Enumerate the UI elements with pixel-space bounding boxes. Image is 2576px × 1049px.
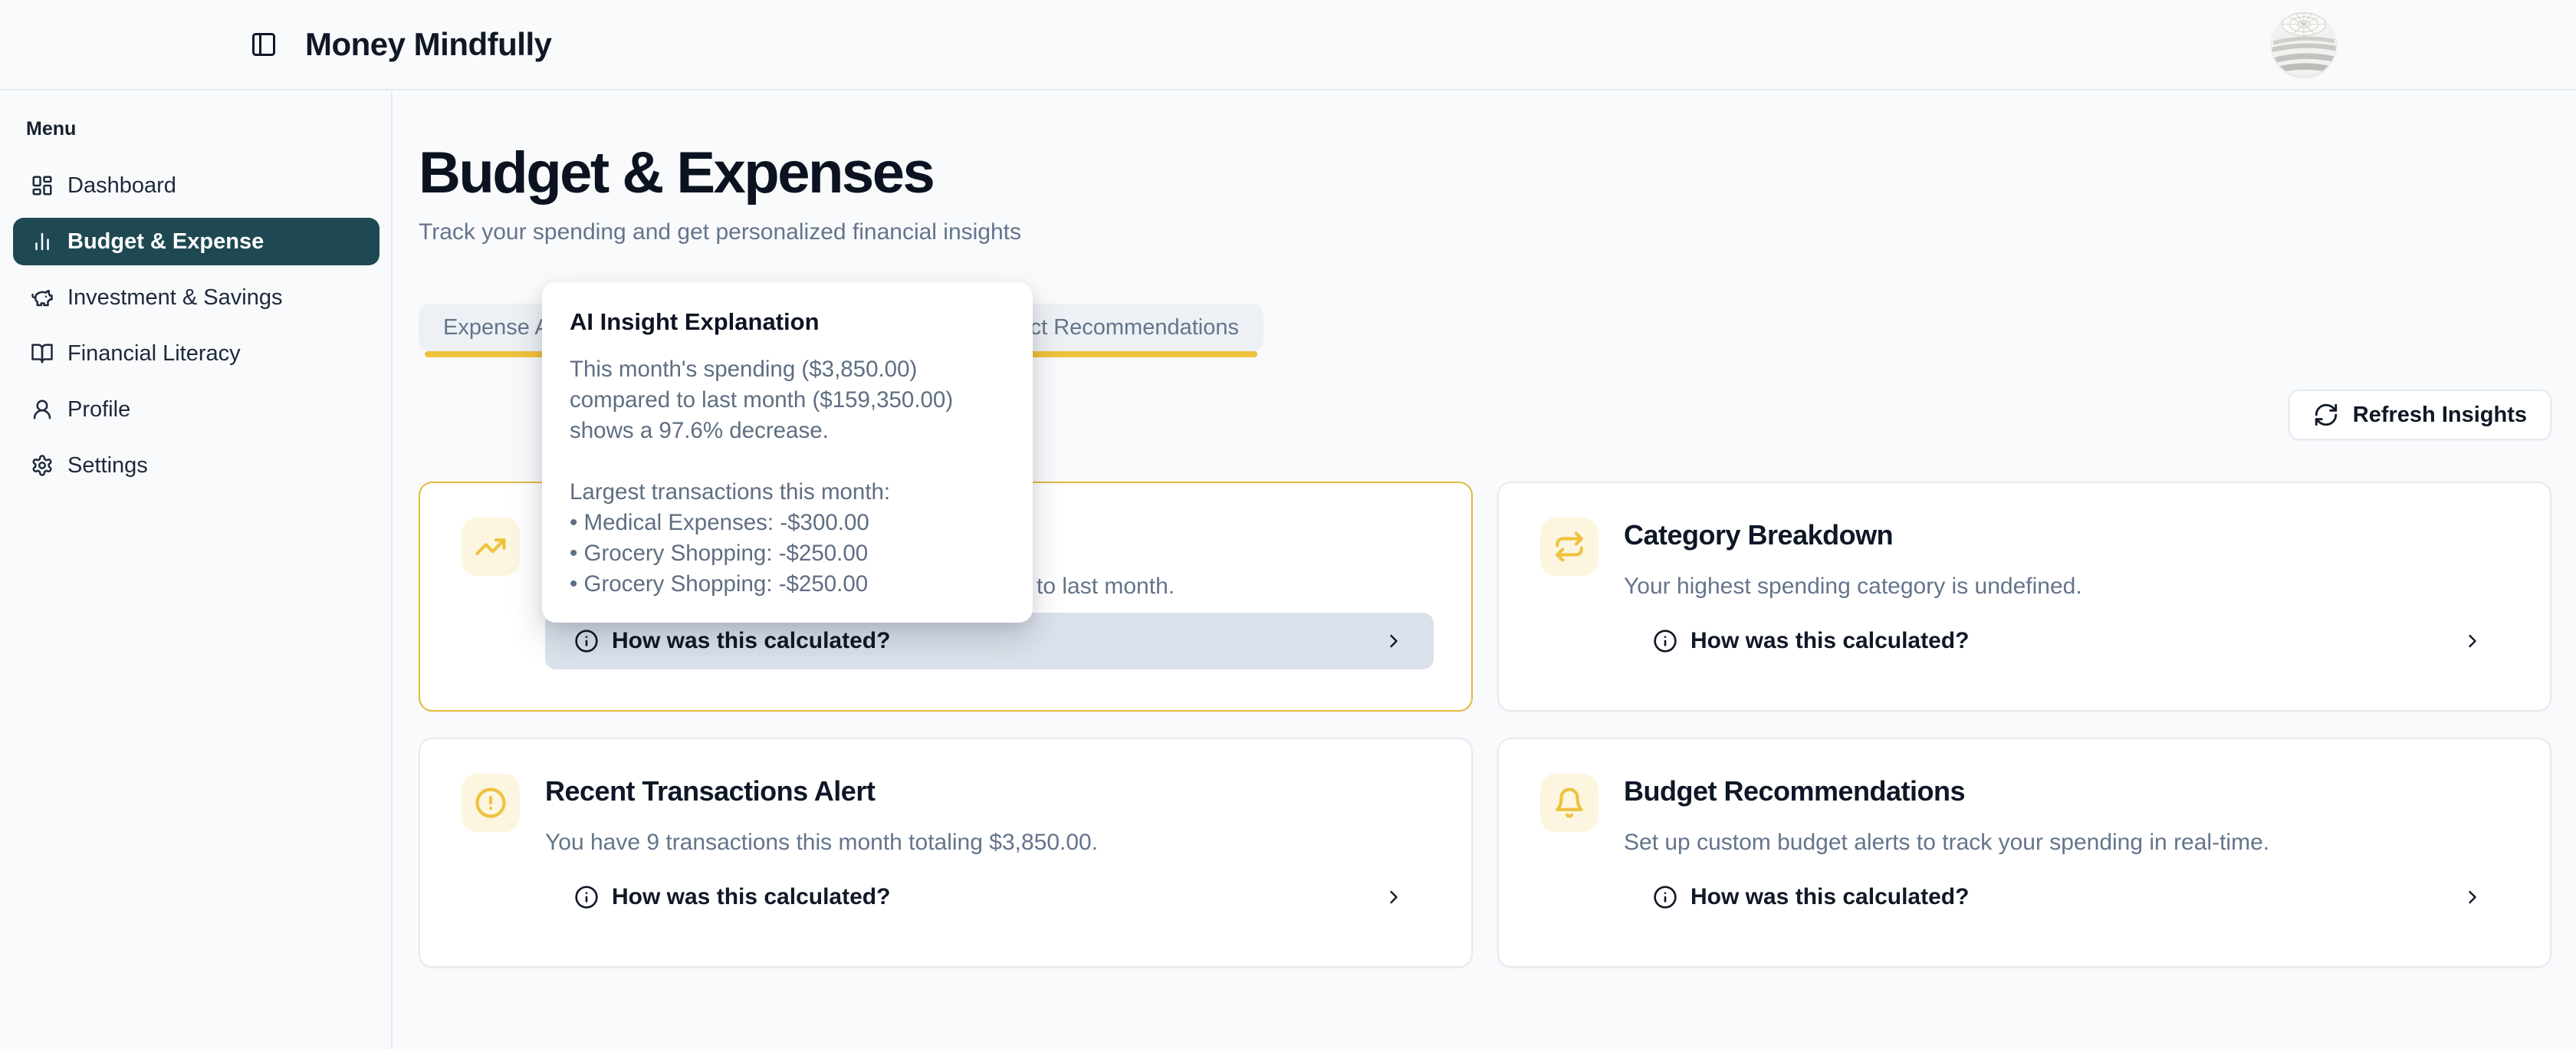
sidebar-item-investment-savings[interactable]: Investment & Savings	[13, 274, 380, 321]
dashboard-grid-icon	[31, 174, 54, 197]
bar-chart-icon	[31, 230, 54, 253]
info-icon	[574, 629, 599, 653]
ai-insight-tooltip: AI Insight Explanation This month's spen…	[542, 282, 1033, 623]
avatar-photo-spiral-building	[2272, 12, 2336, 77]
how-calculated-row[interactable]: How was this calculated?	[1624, 613, 2512, 669]
sidebar-item-budget-expense[interactable]: Budget & Expense	[13, 218, 380, 265]
info-icon	[574, 885, 599, 909]
sidebar-toggle-button[interactable]	[247, 28, 281, 61]
card-subtitle: Your highest spending category is undefi…	[1624, 573, 2512, 600]
how-calculated-label: How was this calculated?	[612, 628, 890, 654]
user-avatar[interactable]	[2272, 12, 2336, 77]
sidebar-item-profile[interactable]: Profile	[13, 386, 380, 433]
page-title: Budget & Expenses	[419, 141, 2551, 206]
sidebar-item-dashboard[interactable]: Dashboard	[13, 162, 380, 209]
bell-icon	[1540, 774, 1598, 832]
tooltip-paragraph: This month's spending ($3,850.00) compar…	[570, 354, 1005, 446]
info-icon	[1653, 629, 1677, 653]
top-bar: Money Mindfully	[0, 0, 2576, 90]
sidebar-item-label: Settings	[67, 453, 148, 478]
gear-icon	[31, 454, 54, 477]
chevron-right-icon	[1383, 886, 1405, 908]
chevron-right-icon	[2462, 886, 2483, 908]
sidebar-item-label: Profile	[67, 397, 130, 423]
card-subtitle: You have 9 transactions this month total…	[545, 829, 1434, 857]
alert-circle-icon	[462, 774, 520, 832]
piggy-bank-icon	[31, 286, 54, 309]
card-budget-recommendations: Budget Recommendations Set up custom bud…	[1497, 738, 2551, 968]
tooltip-paragraph: Largest transactions this month:	[570, 477, 1005, 508]
tooltip-bullet: • Grocery Shopping: -$250.00	[570, 569, 1005, 600]
info-icon	[1653, 885, 1677, 909]
sidebar-menu-label: Menu	[26, 118, 391, 140]
sidebar: Menu Dashboard Budget & Expense Investme…	[0, 92, 393, 1049]
sidebar-item-financial-literacy[interactable]: Financial Literacy	[13, 330, 380, 377]
sidebar-item-label: Dashboard	[67, 173, 176, 199]
card-title: Recent Transactions Alert	[545, 774, 1434, 809]
tooltip-bullet: • Grocery Shopping: -$250.00	[570, 538, 1005, 569]
trending-up-icon	[462, 518, 520, 576]
how-calculated-label: How was this calculated?	[1691, 884, 1969, 910]
repeat-icon	[1540, 518, 1598, 576]
card-title: Budget Recommendations	[1624, 774, 2512, 809]
page-subtitle: Track your spending and get personalized…	[419, 221, 2551, 244]
refresh-cw-icon	[2313, 402, 2339, 428]
user-icon	[31, 398, 54, 421]
sidebar-item-label: Budget & Expense	[67, 229, 264, 255]
how-calculated-row[interactable]: How was this calculated?	[1624, 869, 2512, 926]
card-subtitle: Set up custom budget alerts to track you…	[1624, 829, 2512, 857]
sidebar-nav: Dashboard Budget & Expense Investment & …	[0, 162, 391, 489]
sidebar-item-settings[interactable]: Settings	[13, 442, 380, 489]
card-title: Category Breakdown	[1624, 518, 2512, 553]
sidebar-item-label: Financial Literacy	[67, 341, 241, 367]
tooltip-bullet: • Medical Expenses: -$300.00	[570, 508, 1005, 538]
refresh-insights-button[interactable]: Refresh Insights	[2288, 390, 2551, 440]
how-calculated-label: How was this calculated?	[612, 884, 890, 910]
chevron-right-icon	[1383, 630, 1405, 652]
app-title: Money Mindfully	[305, 26, 552, 63]
chevron-right-icon	[2462, 630, 2483, 652]
panel-left-icon	[250, 31, 278, 58]
sidebar-item-label: Investment & Savings	[67, 285, 282, 311]
refresh-insights-label: Refresh Insights	[2353, 403, 2527, 428]
card-recent-transactions-alert: Recent Transactions Alert You have 9 tra…	[419, 738, 1473, 968]
how-calculated-label: How was this calculated?	[1691, 628, 1969, 654]
tooltip-title: AI Insight Explanation	[570, 308, 1005, 336]
book-open-icon	[31, 342, 54, 365]
card-category-breakdown: Category Breakdown Your highest spending…	[1497, 482, 2551, 712]
how-calculated-row[interactable]: How was this calculated?	[545, 869, 1434, 926]
